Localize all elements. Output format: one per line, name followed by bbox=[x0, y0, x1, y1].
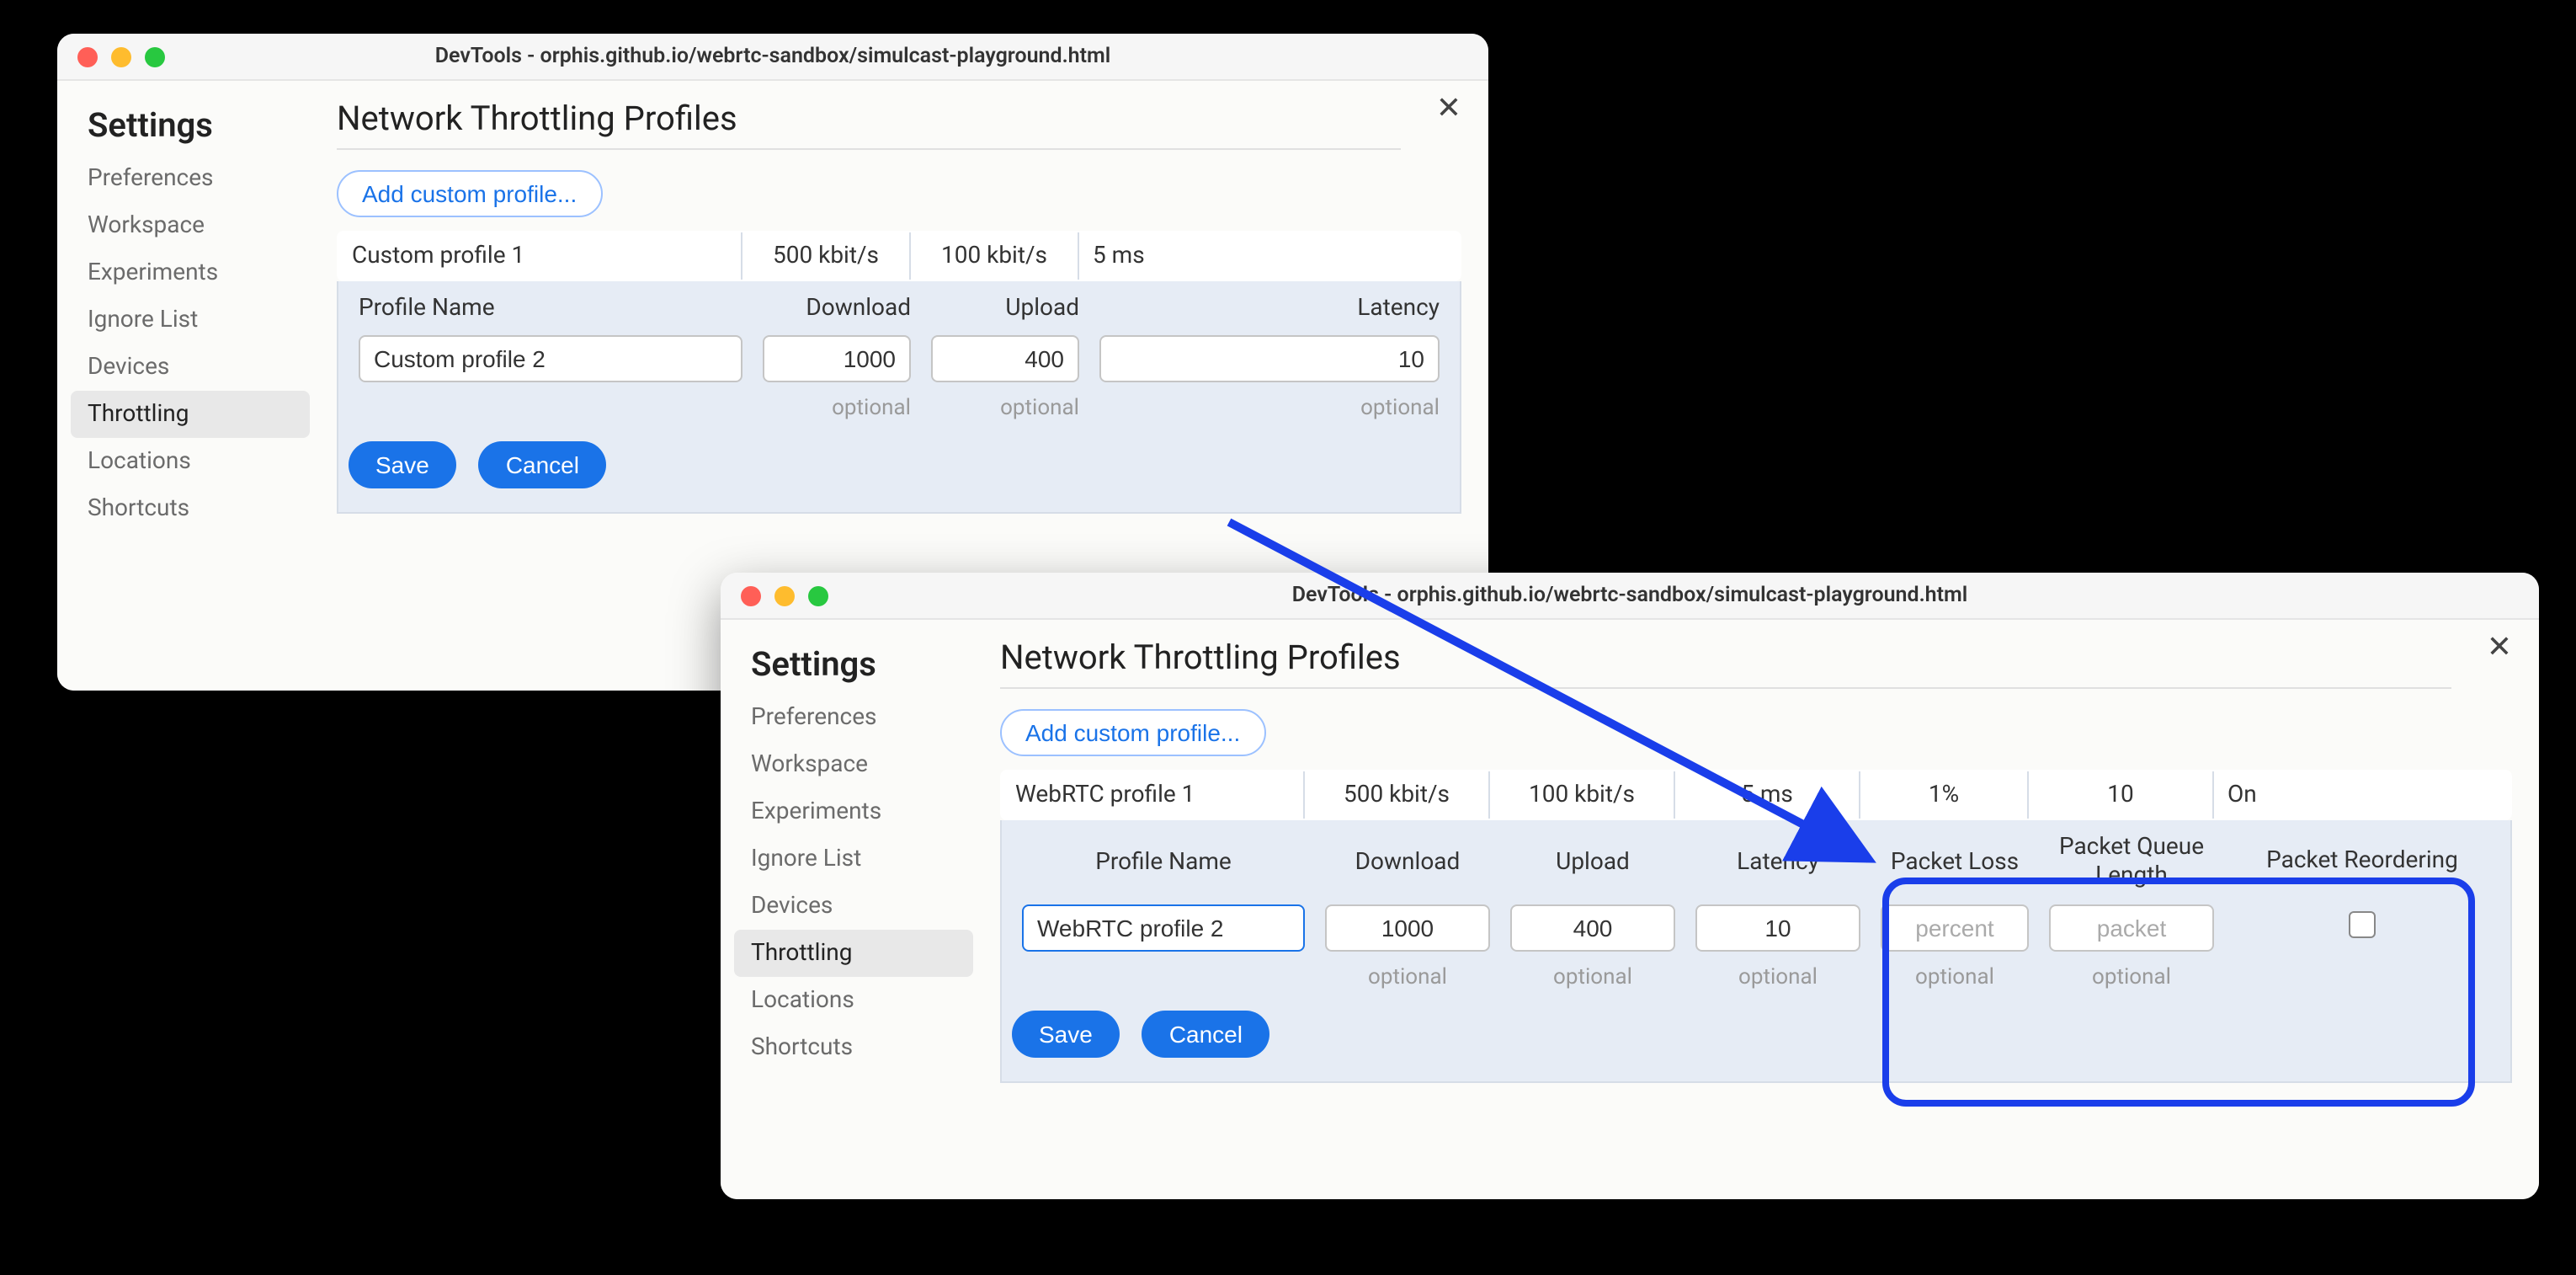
window-title: DevTools - orphis.github.io/webrtc-sandb… bbox=[57, 44, 1488, 69]
profile-latency-cell: 5 ms bbox=[1674, 771, 1860, 819]
window-zoom-icon[interactable] bbox=[808, 585, 828, 605]
sidebar-item-preferences[interactable]: Preferences bbox=[734, 694, 973, 741]
close-icon[interactable]: ✕ bbox=[2487, 633, 2512, 664]
page-title: Network Throttling Profiles bbox=[337, 98, 1401, 150]
optional-label: optional bbox=[1500, 958, 1685, 996]
save-button[interactable]: Save bbox=[1012, 1010, 1120, 1057]
profile-latency-cell: 5 ms bbox=[1078, 232, 1461, 280]
profile-reorder-cell: On bbox=[2213, 771, 2511, 819]
window-close-icon[interactable] bbox=[741, 585, 761, 605]
sidebar-item-locations[interactable]: Locations bbox=[71, 438, 310, 485]
optional-label: optional bbox=[1685, 958, 1871, 996]
col-header-latency: Latency bbox=[1685, 820, 1871, 897]
page-title: Network Throttling Profiles bbox=[1000, 637, 2451, 689]
optional-label: optional bbox=[1089, 389, 1450, 428]
window-minimize-icon[interactable] bbox=[111, 46, 131, 67]
profile-queue-cell: 10 bbox=[2028, 771, 2213, 819]
upload-input[interactable] bbox=[931, 335, 1079, 382]
sidebar-heading: Settings bbox=[734, 637, 973, 694]
optional-label: optional bbox=[753, 389, 921, 428]
col-header-profile-name: Profile Name bbox=[349, 281, 753, 328]
col-header-profile-name: Profile Name bbox=[1012, 820, 1315, 897]
window-minimize-icon[interactable] bbox=[774, 585, 795, 605]
settings-sidebar: Settings Preferences Workspace Experimen… bbox=[721, 620, 973, 1199]
sidebar-item-ignore-list[interactable]: Ignore List bbox=[71, 296, 310, 344]
sidebar-item-experiments[interactable]: Experiments bbox=[734, 788, 973, 835]
col-header-download: Download bbox=[1315, 820, 1500, 897]
profile-name-cell: WebRTC profile 1 bbox=[1001, 771, 1304, 819]
profile-name-input[interactable] bbox=[1022, 904, 1305, 951]
sidebar-item-throttling[interactable]: Throttling bbox=[71, 391, 310, 438]
window-close-icon[interactable] bbox=[77, 46, 98, 67]
cancel-button[interactable]: Cancel bbox=[479, 441, 606, 488]
cancel-button[interactable]: Cancel bbox=[1142, 1010, 1269, 1057]
add-custom-profile-button[interactable]: Add custom profile... bbox=[1000, 709, 1265, 756]
optional-label: optional bbox=[921, 389, 1089, 428]
sidebar-item-devices[interactable]: Devices bbox=[734, 883, 973, 930]
sidebar-item-ignore-list[interactable]: Ignore List bbox=[734, 835, 973, 883]
col-header-upload: Upload bbox=[921, 281, 1089, 328]
profile-name-cell: Custom profile 1 bbox=[338, 232, 742, 280]
profile-download-cell: 500 kbit/s bbox=[742, 232, 910, 280]
sidebar-heading: Settings bbox=[71, 98, 310, 155]
packet-loss-input[interactable] bbox=[1881, 904, 2029, 951]
col-header-packet-reorder: Packet Reordering bbox=[2224, 820, 2500, 897]
sidebar-item-shortcuts[interactable]: Shortcuts bbox=[734, 1024, 973, 1071]
col-header-download: Download bbox=[753, 281, 921, 328]
window-zoom-icon[interactable] bbox=[145, 46, 165, 67]
download-input[interactable] bbox=[1325, 904, 1490, 951]
optional-label: optional bbox=[1315, 958, 1500, 996]
profile-row[interactable]: Custom profile 1 500 kbit/s 100 kbit/s 5… bbox=[338, 232, 1461, 280]
col-header-latency: Latency bbox=[1089, 281, 1450, 328]
profile-upload-cell: 100 kbit/s bbox=[910, 232, 1078, 280]
latency-input[interactable] bbox=[1099, 335, 1440, 382]
sidebar-item-throttling[interactable]: Throttling bbox=[734, 930, 973, 977]
sidebar-item-locations[interactable]: Locations bbox=[734, 977, 973, 1024]
close-icon[interactable]: ✕ bbox=[1436, 94, 1461, 125]
add-custom-profile-button[interactable]: Add custom profile... bbox=[337, 170, 602, 217]
col-header-packet-queue: Packet Queue Length bbox=[2039, 820, 2224, 897]
window-title: DevTools - orphis.github.io/webrtc-sandb… bbox=[721, 583, 2539, 608]
sidebar-item-workspace[interactable]: Workspace bbox=[71, 202, 310, 249]
sidebar-item-devices[interactable]: Devices bbox=[71, 344, 310, 391]
save-button[interactable]: Save bbox=[349, 441, 456, 488]
upload-input[interactable] bbox=[1510, 904, 1675, 951]
profile-download-cell: 500 kbit/s bbox=[1304, 771, 1489, 819]
col-header-packet-loss: Packet Loss bbox=[1871, 820, 2039, 897]
sidebar-item-preferences[interactable]: Preferences bbox=[71, 155, 310, 202]
sidebar-item-experiments[interactable]: Experiments bbox=[71, 249, 310, 296]
optional-label: optional bbox=[1871, 958, 2039, 996]
profile-name-input[interactable] bbox=[359, 335, 742, 382]
profile-packetloss-cell: 1% bbox=[1860, 771, 2028, 819]
packet-queue-input[interactable] bbox=[2049, 904, 2214, 951]
packet-reorder-checkbox[interactable] bbox=[2349, 910, 2376, 937]
optional-label: optional bbox=[2039, 958, 2224, 996]
latency-input[interactable] bbox=[1695, 904, 1860, 951]
settings-sidebar: Settings Preferences Workspace Experimen… bbox=[57, 81, 310, 691]
profile-row[interactable]: WebRTC profile 1 500 kbit/s 100 kbit/s 5… bbox=[1001, 771, 2511, 819]
sidebar-item-workspace[interactable]: Workspace bbox=[734, 741, 973, 788]
profile-upload-cell: 100 kbit/s bbox=[1489, 771, 1674, 819]
sidebar-item-shortcuts[interactable]: Shortcuts bbox=[71, 485, 310, 532]
col-header-upload: Upload bbox=[1500, 820, 1685, 897]
download-input[interactable] bbox=[763, 335, 911, 382]
